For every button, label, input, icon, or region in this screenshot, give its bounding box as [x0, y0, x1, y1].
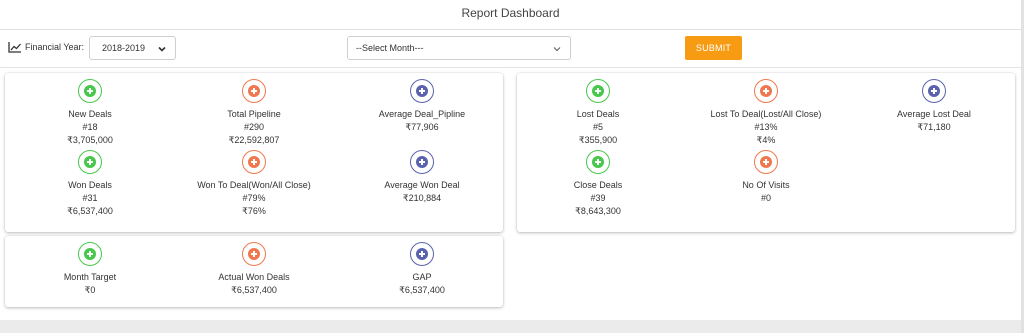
main-panel: Report Dashboard Financial Year: 2018-20… — [0, 0, 1021, 320]
financial-year-value: 2018-2019 — [102, 43, 146, 53]
metric-count: #5 — [592, 122, 603, 132]
metric-label: Average Won Deal — [384, 180, 460, 190]
metric-label: GAP — [412, 272, 432, 282]
plus-circle-icon[interactable] — [586, 150, 610, 174]
metric-lost-to-deal[interactable]: Lost To Deal(Lost/All Close) #13% ₹4% — [681, 79, 851, 147]
metric-average-lost-deal[interactable]: Average Lost Deal ₹71,180 — [849, 79, 1019, 134]
metric-amount: ₹6,537,400 — [399, 285, 445, 295]
financial-year-label: Financial Year: — [25, 42, 85, 52]
plus-circle-icon[interactable] — [586, 79, 610, 103]
page-title: Report Dashboard — [461, 6, 560, 20]
metric-amount: ₹355,900 — [578, 135, 618, 145]
plus-circle-icon[interactable] — [78, 150, 102, 174]
deals-summary-card: New Deals #18 ₹3,705,000 Total Pipeline … — [5, 73, 503, 232]
financial-year-label-group: Financial Year: — [8, 41, 84, 53]
metric-amount: ₹71,180 — [917, 122, 951, 132]
metric-average-won-deal[interactable]: Average Won Deal ₹210,884 — [337, 150, 507, 205]
filter-bar: Financial Year: 2018-2019 --Select Month… — [0, 30, 1021, 68]
metric-amount: ₹4% — [756, 135, 776, 145]
metric-amount: ₹210,884 — [402, 193, 442, 203]
month-value: --Select Month--- — [356, 43, 424, 53]
metric-amount: ₹77,906 — [405, 122, 439, 132]
plus-circle-icon[interactable] — [242, 242, 266, 266]
plus-circle-icon[interactable] — [754, 79, 778, 103]
plus-circle-icon[interactable] — [242, 150, 266, 174]
metric-label: Won To Deal(Won/All Close) — [197, 180, 311, 190]
metric-label: Won Deals — [68, 180, 112, 190]
metric-amount: ₹8,643,300 — [575, 206, 621, 216]
chevron-down-icon — [552, 44, 562, 54]
metric-count: #0 — [760, 193, 771, 203]
submit-button[interactable]: SUBMIT — [685, 36, 742, 60]
plus-circle-icon[interactable] — [410, 242, 434, 266]
metric-label: Total Pipeline — [227, 109, 281, 119]
chevron-down-icon — [157, 44, 167, 54]
plus-circle-icon[interactable] — [78, 242, 102, 266]
metric-actual-won-deals[interactable]: Actual Won Deals ₹6,537,400 — [169, 242, 339, 297]
metric-total-pipeline[interactable]: Total Pipeline #290 ₹22,592,807 — [169, 79, 339, 147]
metric-amount: ₹3,705,000 — [67, 135, 113, 145]
metric-lost-deals[interactable]: Lost Deals #5 ₹355,900 — [513, 79, 683, 147]
metric-new-deals[interactable]: New Deals #18 ₹3,705,000 — [5, 79, 175, 147]
metric-average-deal-pipeline[interactable]: Average Deal_Pipline ₹77,906 — [337, 79, 507, 134]
metric-label: New Deals — [68, 109, 112, 119]
target-summary-card: Month Target ₹0 Actual Won Deals ₹6,537,… — [5, 236, 503, 307]
metric-label: Actual Won Deals — [218, 272, 290, 282]
metric-label: Month Target — [63, 272, 117, 282]
plus-circle-icon[interactable] — [410, 79, 434, 103]
metric-count: #31 — [82, 193, 98, 203]
metric-month-target[interactable]: Month Target ₹0 — [5, 242, 175, 297]
metric-count: #13% — [754, 122, 778, 132]
plus-circle-icon[interactable] — [78, 79, 102, 103]
plus-circle-icon[interactable] — [754, 150, 778, 174]
metric-label: Average Deal_Pipline — [378, 109, 466, 119]
metric-won-to-deal[interactable]: Won To Deal(Won/All Close) #79% ₹76% — [169, 150, 339, 218]
month-select[interactable]: --Select Month--- — [347, 36, 571, 60]
metric-label: Average Lost Deal — [897, 109, 971, 119]
metric-won-deals[interactable]: Won Deals #31 ₹6,537,400 — [5, 150, 175, 218]
metric-no-of-visits[interactable]: No Of Visits #0 — [681, 150, 851, 205]
metric-amount: ₹6,537,400 — [67, 206, 113, 216]
plus-circle-icon[interactable] — [242, 79, 266, 103]
financial-year-select[interactable]: 2018-2019 — [89, 36, 176, 60]
metric-label: Close Deals — [573, 180, 623, 190]
metric-gap[interactable]: GAP ₹6,537,400 — [337, 242, 507, 297]
metric-count: #18 — [82, 122, 98, 132]
plus-circle-icon[interactable] — [410, 150, 434, 174]
metric-amount: ₹76% — [242, 206, 266, 216]
lost-close-summary-card: Lost Deals #5 ₹355,900 Lost To Deal(Lost… — [517, 73, 1015, 232]
metric-label: Lost Deals — [576, 109, 620, 119]
line-chart-icon — [8, 41, 22, 53]
metric-amount: ₹6,537,400 — [231, 285, 277, 295]
metric-amount: ₹0 — [84, 285, 96, 295]
plus-circle-icon[interactable] — [922, 79, 946, 103]
metric-count: #39 — [590, 193, 606, 203]
metric-amount: ₹22,592,807 — [228, 135, 280, 145]
metric-count: #79% — [242, 193, 266, 203]
metric-count: #290 — [243, 122, 265, 132]
metric-close-deals[interactable]: Close Deals #39 ₹8,643,300 — [513, 150, 683, 218]
metric-label: No Of Visits — [742, 180, 790, 190]
metric-label: Lost To Deal(Lost/All Close) — [710, 109, 822, 119]
